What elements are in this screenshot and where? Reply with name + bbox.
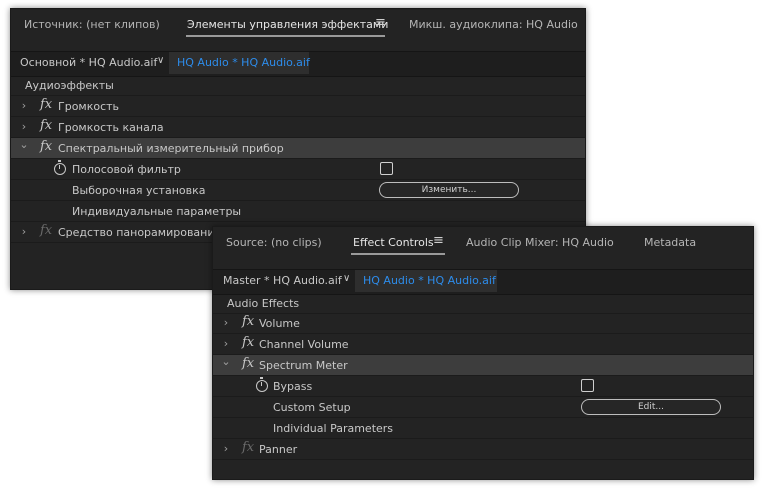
tab-effect-controls[interactable]: Effect Controls: [353, 236, 434, 249]
audio-effects-label: Аудиоэффекты: [25, 79, 114, 92]
master-clip-label[interactable]: Основной * HQ Audio.aif: [20, 56, 157, 69]
effect-name: Средство панорамирования: [58, 226, 222, 239]
param-row-bypass: Bypass: [213, 376, 753, 397]
chevron-right-icon[interactable]: ›: [221, 337, 231, 350]
edit-button[interactable]: Изменить...: [379, 182, 519, 198]
param-row-individual: Индивидуальные параметры: [11, 201, 585, 222]
param-name: Bypass: [273, 380, 313, 393]
effect-row-panner[interactable]: › fx Panner: [213, 439, 753, 460]
section-header: Аудиоэффекты: [11, 75, 585, 96]
effect-name: Channel Volume: [259, 338, 349, 351]
tab-source[interactable]: Источник: (нет клипов): [24, 18, 160, 31]
panel-tabs: Источник: (нет клипов) Элементы управлен…: [11, 9, 585, 41]
effect-name: Спектральный измерительный прибор: [58, 142, 284, 155]
tab-audio-clip-mixer[interactable]: Микш. аудиоклипа: HQ Audio: [409, 18, 578, 31]
panel-tabs: Source: (no clips) Effect Controls ≡ Aud…: [213, 227, 753, 259]
fx-icon[interactable]: fx: [40, 118, 52, 133]
clip-header-bar: Основной * HQ Audio.aif ∨ HQ Audio * HQ …: [11, 51, 585, 77]
tab-source[interactable]: Source: (no clips): [226, 236, 322, 249]
chevron-down-icon[interactable]: ⌄: [19, 138, 29, 151]
chevron-down-icon[interactable]: ∨: [343, 273, 350, 284]
effect-row-volume[interactable]: › fx Громкость: [11, 96, 585, 117]
fx-icon: fx: [242, 440, 255, 455]
fx-icon[interactable]: fx: [242, 335, 254, 350]
param-name: Индивидуальные параметры: [72, 205, 242, 218]
param-name: Полосовой фильтр: [72, 163, 181, 176]
tab-effect-controls[interactable]: Элементы управления эффектами: [187, 18, 388, 31]
edit-button[interactable]: Edit...: [581, 399, 721, 415]
chevron-right-icon[interactable]: ›: [221, 442, 231, 455]
param-name: Individual Parameters: [273, 422, 394, 435]
chevron-right-icon[interactable]: ›: [19, 120, 29, 133]
fx-icon[interactable]: fx: [40, 97, 52, 112]
tab-metadata[interactable]: Metadata: [644, 236, 696, 249]
effect-row-channel-volume[interactable]: › fx Channel Volume: [213, 334, 753, 355]
param-row-custom-setup: Выборочная установка Изменить...: [11, 180, 585, 201]
tab-audio-clip-mixer[interactable]: Audio Clip Mixer: HQ Audio: [466, 236, 614, 249]
chevron-down-icon[interactable]: ∨: [157, 55, 164, 66]
panel-menu-icon[interactable]: ≡: [433, 233, 444, 248]
effect-row-channel-volume[interactable]: › fx Громкость канала: [11, 117, 585, 138]
chevron-right-icon[interactable]: ›: [221, 316, 231, 329]
effect-name: Spectrum Meter: [259, 359, 348, 372]
chevron-right-icon[interactable]: ›: [19, 99, 29, 112]
effect-name: Volume: [259, 317, 300, 330]
chevron-down-icon[interactable]: ⌄: [221, 355, 231, 368]
bypass-checkbox[interactable]: [581, 379, 594, 392]
param-name: Выборочная установка: [72, 184, 206, 197]
effect-controls-panel-en: Source: (no clips) Effect Controls ≡ Aud…: [212, 226, 754, 480]
param-row-bypass: Полосовой фильтр: [11, 159, 585, 180]
stopwatch-icon[interactable]: [54, 160, 66, 175]
effect-name: Громкость: [58, 100, 120, 113]
bypass-checkbox[interactable]: [380, 162, 393, 175]
section-header: Audio Effects: [213, 293, 753, 314]
param-row-individual: Individual Parameters: [213, 418, 753, 439]
fx-icon[interactable]: fx: [242, 356, 254, 371]
effect-name: Громкость канала: [58, 121, 164, 134]
active-tab-underline: [186, 35, 385, 37]
effect-name: Panner: [259, 443, 298, 456]
fx-icon[interactable]: fx: [242, 314, 254, 329]
param-name: Custom Setup: [273, 401, 351, 414]
active-tab-underline: [351, 253, 445, 255]
panel-menu-icon[interactable]: ≡: [375, 15, 386, 30]
param-row-custom-setup: Custom Setup Edit...: [213, 397, 753, 418]
audio-effects-label: Audio Effects: [227, 297, 300, 310]
master-clip-label[interactable]: Master * HQ Audio.aif: [223, 274, 342, 287]
sequence-clip-label[interactable]: HQ Audio * HQ Audio.aif: [363, 274, 496, 287]
chevron-right-icon[interactable]: ›: [19, 225, 29, 238]
fx-icon: fx: [40, 223, 53, 238]
fx-icon[interactable]: fx: [40, 139, 52, 154]
effect-row-spectrum-meter[interactable]: ⌄ fx Spectrum Meter: [213, 355, 753, 376]
effect-row-volume[interactable]: › fx Volume: [213, 313, 753, 334]
clip-header-bar: Master * HQ Audio.aif ∨ HQ Audio * HQ Au…: [213, 269, 753, 295]
effect-row-spectrum-meter[interactable]: ⌄ fx Спектральный измерительный прибор: [11, 138, 585, 159]
stopwatch-icon[interactable]: [256, 377, 268, 392]
sequence-clip-label[interactable]: HQ Audio * HQ Audio.aif: [177, 56, 310, 69]
